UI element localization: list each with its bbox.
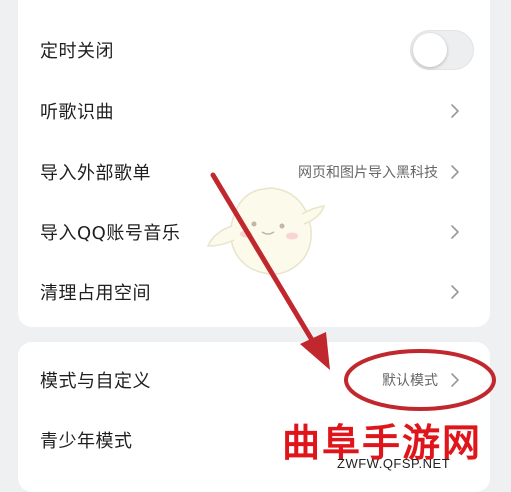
setting-label: 青少年模式 [40, 431, 133, 452]
setting-label: 清理占用空间 [40, 283, 151, 304]
toggle-knob [413, 33, 447, 67]
setting-value: 默认模式 [382, 373, 438, 389]
setting-label: 听歌识曲 [40, 102, 114, 123]
timer-close-toggle[interactable] [410, 30, 474, 70]
setting-row-import-qq-music[interactable]: 导入QQ账号音乐 [18, 202, 490, 262]
settings-card-general: 定时关闭 听歌识曲 导入外部歌单 网页和图片导入黑科技 导入QQ账号音乐 清理占… [18, 0, 490, 327]
setting-label: 定时关闭 [40, 41, 114, 62]
chevron-right-icon [451, 225, 459, 239]
setting-value: 网页和图片导入黑科技 [298, 165, 438, 181]
setting-label: 导入外部歌单 [40, 163, 151, 184]
setting-label: 模式与自定义 [40, 371, 151, 392]
setting-label: 导入QQ账号音乐 [40, 223, 181, 244]
setting-row-timer-close[interactable]: 定时关闭 [18, 20, 490, 80]
setting-row-clear-storage[interactable]: 清理占用空间 [18, 262, 490, 322]
chevron-right-icon [451, 165, 459, 179]
setting-row-song-recognition[interactable]: 听歌识曲 [18, 81, 490, 141]
chevron-right-icon [451, 104, 459, 118]
chevron-right-icon [451, 285, 459, 299]
setting-row-import-playlist[interactable]: 导入外部歌单 网页和图片导入黑科技 [18, 142, 490, 202]
chevron-right-icon [451, 373, 459, 387]
setting-row-mode-customize[interactable]: 模式与自定义 默认模式 [18, 350, 490, 410]
watermark-url: ZWFW.QFSP.NET [337, 456, 451, 471]
